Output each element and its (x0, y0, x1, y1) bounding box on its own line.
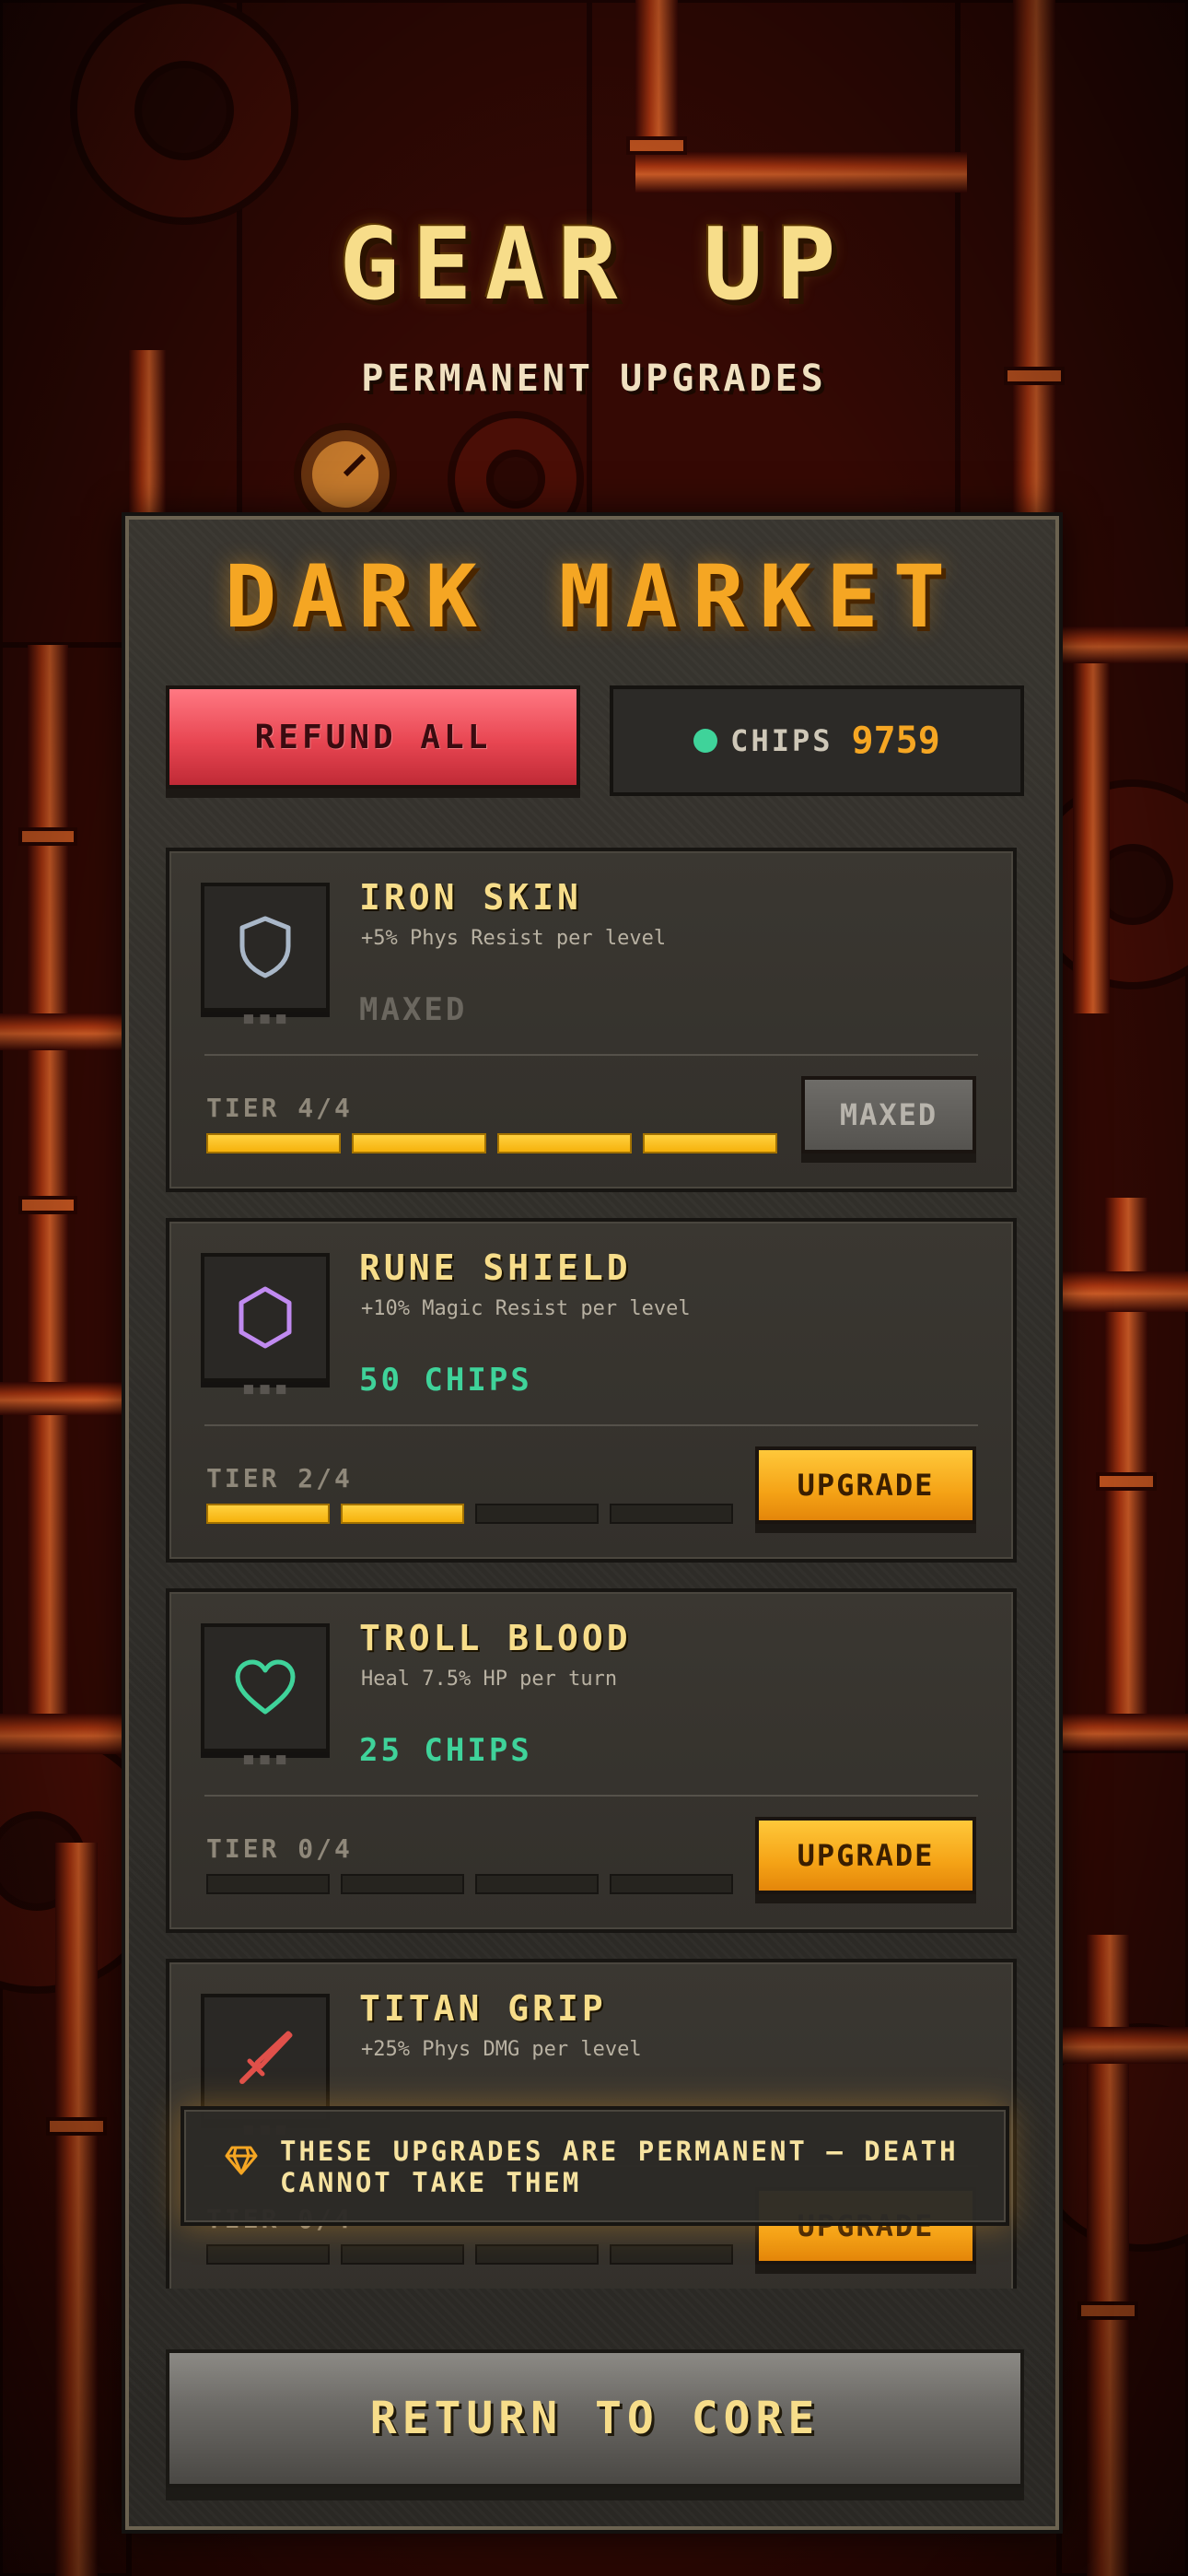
tier-label: TIER 4/4 (206, 1093, 353, 1123)
tier-segment (497, 1133, 632, 1153)
tier-progress-bar (206, 2244, 733, 2265)
upgrade-description: +10% Magic Resist per level (361, 1297, 691, 1320)
tier-segment (475, 2244, 599, 2265)
upgrade-card-iron-skin: ▪▪▪ IRON SKIN +5% Phys Resist per level … (166, 848, 1017, 1192)
tier-segment (643, 1133, 777, 1153)
divider (204, 1054, 978, 1056)
chips-label: CHIPS (730, 723, 833, 758)
upgrade-list[interactable]: ▪▪▪ IRON SKIN +5% Phys Resist per level … (166, 848, 1017, 2289)
tier-segment (206, 1874, 330, 1894)
upgrade-description: +25% Phys DMG per level (361, 2038, 642, 2061)
tier-progress-bar (206, 1133, 777, 1153)
divider (204, 1424, 978, 1426)
page-title: GEAR UP (339, 207, 849, 322)
notice-text: THESE UPGRADES ARE PERMANENT — DEATH CAN… (280, 2136, 959, 2198)
tier-segment (610, 1504, 733, 1524)
upgrade-name: RUNE SHIELD (359, 1247, 632, 1288)
upgrade-card-rune-shield: ▪▪▪ RUNE SHIELD +10% Magic Resist per le… (166, 1218, 1017, 1563)
tier-segment (610, 1874, 733, 1894)
upgrade-name: IRON SKIN (359, 877, 582, 918)
heart-icon (201, 1623, 330, 1752)
market-panel: DARK MARKET REFUND ALL CHIPS 9759 ▪▪▪ IR… (125, 516, 1059, 2530)
maxed-button[interactable]: MAXED (801, 1076, 976, 1153)
icon-dots: ▪▪▪ (241, 1004, 290, 1032)
permanent-notice-toast: THESE UPGRADES ARE PERMANENT — DEATH CAN… (181, 2106, 1009, 2226)
tier-segment (475, 1504, 599, 1524)
tier-label: TIER 2/4 (206, 1463, 353, 1493)
gem-icon (225, 2145, 258, 2180)
chip-dot-icon (693, 729, 718, 753)
shield-icon (201, 883, 330, 1012)
divider (204, 1795, 978, 1797)
tier-segment (341, 1504, 464, 1524)
icon-dots: ▪▪▪ (241, 1375, 290, 1402)
tier-segment (475, 1874, 599, 1894)
hexagon-icon (201, 1253, 330, 1382)
upgrade-button[interactable]: UPGRADE (755, 1817, 976, 1894)
tier-segment (341, 2244, 464, 2265)
upgrade-price: 50 CHIPS (359, 1362, 532, 1399)
chips-value: 9759 (851, 720, 940, 762)
tier-segment (206, 2244, 330, 2265)
tier-segment (341, 1874, 464, 1894)
refund-all-button[interactable]: REFUND ALL (166, 685, 580, 789)
tier-progress-bar (206, 1874, 733, 1894)
upgrade-description: Heal 7.5% HP per turn (361, 1668, 618, 1691)
market-title: DARK MARKET (224, 547, 961, 648)
upgrade-name: TITAN GRIP (359, 1988, 607, 2029)
tier-segment (352, 1133, 486, 1153)
tier-segment (610, 2244, 733, 2265)
tier-segment (206, 1133, 341, 1153)
upgrade-description: +5% Phys Resist per level (361, 927, 667, 950)
tier-label: TIER 0/4 (206, 1833, 353, 1864)
upgrade-card-troll-blood: ▪▪▪ TROLL BLOOD Heal 7.5% HP per turn 25… (166, 1588, 1017, 1933)
tier-segment (206, 1504, 330, 1524)
upgrade-price: MAXED (359, 991, 468, 1028)
upgrade-button[interactable]: UPGRADE (755, 1446, 976, 1524)
chips-balance: CHIPS 9759 (610, 685, 1024, 796)
upgrade-price: 25 CHIPS (359, 1732, 532, 1769)
tier-progress-bar (206, 1504, 733, 1524)
upgrade-name: TROLL BLOOD (359, 1618, 632, 1658)
page-subtitle: PERMANENT UPGRADES (361, 357, 827, 400)
icon-dots: ▪▪▪ (241, 1745, 290, 1773)
return-to-core-button[interactable]: RETURN TO CORE (166, 2349, 1024, 2488)
sword-icon (201, 1994, 330, 2123)
